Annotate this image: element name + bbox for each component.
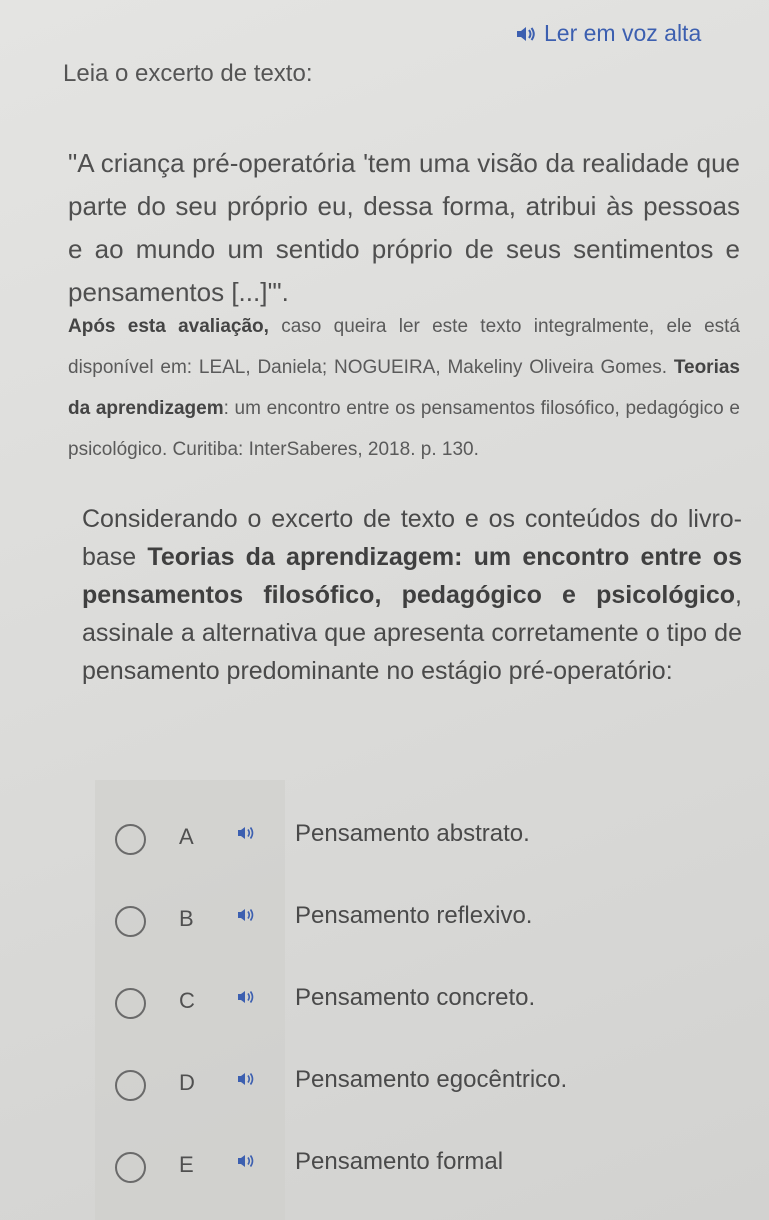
speaker-icon[interactable] — [237, 989, 257, 1005]
speaker-icon[interactable] — [237, 907, 257, 923]
alternative-letter: E — [179, 1152, 194, 1177]
alternative-letter: B — [179, 906, 194, 931]
speaker-icon[interactable] — [237, 825, 257, 841]
radio-button-a[interactable] — [115, 824, 146, 855]
question-book-title: Teorias da aprendizagem: um encontro ent… — [82, 543, 742, 609]
speaker-icon[interactable] — [237, 1153, 257, 1169]
alternative-b[interactable]: B Pensamento reflexivo. — [115, 882, 755, 964]
radio-button-e[interactable] — [115, 1152, 146, 1183]
speaker-icon — [516, 25, 536, 43]
alternative-letter: D — [179, 1070, 195, 1095]
alternative-text: Pensamento concreto. — [295, 984, 536, 1011]
alternative-text: Pensamento egocêntrico. — [295, 1066, 568, 1093]
read-aloud-label: Ler em voz alta — [544, 20, 702, 46]
read-aloud-button[interactable]: Ler em voz alta — [516, 20, 701, 47]
radio-button-d[interactable] — [115, 1070, 146, 1101]
source-citation: Após esta avaliação, caso queira ler est… — [68, 306, 740, 470]
alternative-e[interactable]: E Pensamento formal — [115, 1128, 755, 1210]
alternative-d[interactable]: D Pensamento egocêntrico. — [115, 1046, 755, 1128]
alternative-a[interactable]: A Pensamento abstrato. — [115, 800, 755, 882]
alternative-text: Pensamento reflexivo. — [295, 902, 533, 929]
alternative-text: Pensamento abstrato. — [295, 820, 530, 847]
alternative-c[interactable]: C Pensamento concreto. — [115, 964, 755, 1046]
quote-text: "A criança pré-operatória 'tem uma visão… — [68, 148, 740, 307]
question-page: Ler em voz alta Leia o excerto de texto:… — [0, 0, 769, 1220]
alternative-text: Pensamento formal — [295, 1148, 504, 1175]
radio-button-c[interactable] — [115, 988, 146, 1019]
radio-button-b[interactable] — [115, 906, 146, 937]
speaker-icon[interactable] — [237, 1071, 257, 1087]
question-text: Considerando o excerto de texto e os con… — [82, 500, 742, 690]
source-lead: Após esta avaliação, — [68, 316, 269, 337]
intro-text: Leia o excerto de texto: — [63, 60, 313, 87]
alternatives-list: A Pensamento abstrato. B Pensamento refl… — [115, 800, 755, 1210]
alternative-letter: A — [179, 824, 194, 849]
alternative-letter: C — [179, 988, 195, 1013]
